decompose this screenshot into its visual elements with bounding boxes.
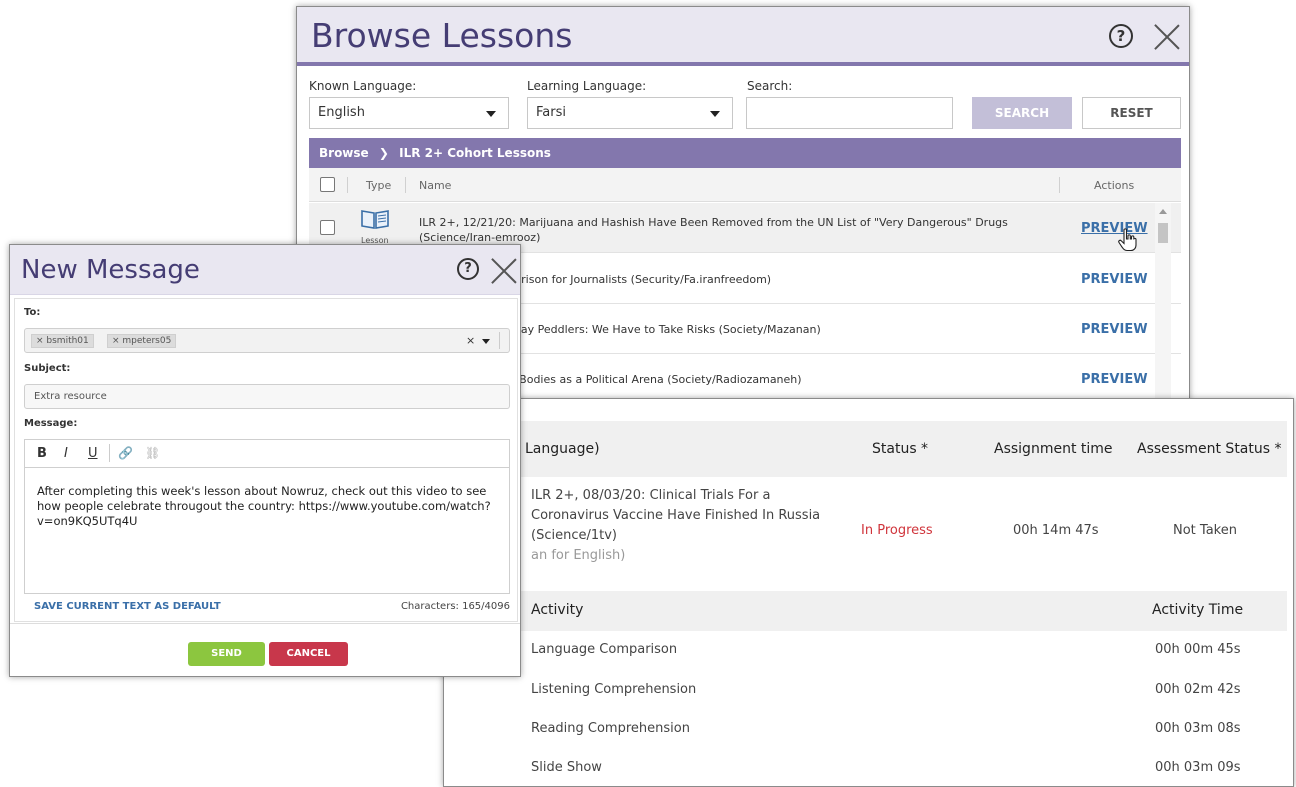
activity-time-column-header: Activity Time <box>1152 602 1244 618</box>
browse-title: Browse Lessons <box>311 16 573 55</box>
chevron-down-icon <box>486 111 496 117</box>
column-actions: Actions <box>1094 179 1135 192</box>
editor-toolbar: B I U 🔗 ⛓ <box>25 440 509 468</box>
lessons-table-header: Type Name Actions <box>309 168 1181 202</box>
chevron-down-icon <box>710 111 720 117</box>
assignment-time-column-header: Assignment time <box>994 441 1113 457</box>
character-count: Characters: 165/4096 <box>400 601 510 612</box>
book-icon <box>359 208 391 230</box>
scrollbar-thumb[interactable] <box>1158 223 1168 243</box>
breadcrumb: Browse ❯ ILR 2+ Cohort Lessons <box>309 138 1181 168</box>
assignment-time-value: 00h 14m 47s <box>1013 523 1099 538</box>
assessment-status-column-header[interactable]: Assessment Status * <box>1137 441 1282 457</box>
activity-name: Reading Comprehension <box>531 721 690 736</box>
toolbar-divider <box>109 444 110 462</box>
column-divider <box>1059 177 1060 193</box>
known-language-select[interactable]: English <box>309 97 509 129</box>
browse-titlebar: Browse Lessons ? <box>297 7 1189 66</box>
activity-row: Reading Comprehension 00h 03m 08s <box>452 710 1287 750</box>
activity-column-header: Activity <box>531 602 584 618</box>
column-name: Name <box>419 179 452 192</box>
hand-cursor-icon <box>1117 228 1139 252</box>
recipients-scrollbar[interactable] <box>499 332 505 349</box>
lesson-language-note: an for English) <box>531 548 626 563</box>
known-language-value: English <box>318 105 365 120</box>
lesson-name: ILR 2+, 12/21/20: Marijuana and Hashish … <box>419 216 1008 244</box>
message-body[interactable]: After completing this week's lesson abou… <box>37 484 497 529</box>
breadcrumb-separator: ❯ <box>378 146 389 160</box>
learning-language-value: Farsi <box>536 105 566 120</box>
known-language-label: Known Language: <box>309 79 417 93</box>
recipient-tag[interactable]: × mpeters05 <box>107 334 177 348</box>
learning-language-label: Learning Language: <box>527 79 647 93</box>
lesson-title-line: Coronavirus Vaccine Have Finished In Rus… <box>531 508 821 523</box>
new-message-dialog: New Message ? To: × bsmith01 × mpeters05… <box>9 244 521 677</box>
lesson-column-header: Language) <box>525 441 600 457</box>
subject-input[interactable]: Extra resource <box>24 384 510 409</box>
italic-button[interactable]: I <box>64 446 68 461</box>
close-icon[interactable] <box>490 256 514 282</box>
clear-recipients-icon[interactable]: × <box>466 334 475 347</box>
lesson-report-row: ILR 2+, 08/03/20: Clinical Trials For a … <box>452 477 1287 591</box>
underline-button[interactable]: U <box>88 446 98 461</box>
message-label: Message: <box>24 418 78 429</box>
message-title: New Message <box>21 255 200 285</box>
activity-name: Listening Comprehension <box>531 682 697 697</box>
bold-button[interactable]: B <box>37 446 47 461</box>
breadcrumb-current: ILR 2+ Cohort Lessons <box>399 146 551 160</box>
search-button[interactable]: SEARCH <box>972 97 1072 129</box>
learning-language-select[interactable]: Farsi <box>527 97 733 129</box>
unlink-icon[interactable]: ⛓ <box>145 446 160 460</box>
preview-link[interactable]: PREVIEW <box>1081 322 1148 337</box>
recipient-tag[interactable]: × bsmith01 <box>31 334 94 348</box>
activity-name: Language Comparison <box>531 642 678 657</box>
activity-row: Language Comparison 00h 00m 45s <box>452 631 1287 671</box>
column-divider <box>347 177 348 193</box>
report-header-row: Language) Status * Assignment time Asses… <box>452 421 1287 477</box>
subject-label: Subject: <box>24 363 71 374</box>
column-type: Type <box>366 179 392 192</box>
activity-time: 00h 03m 09s <box>1155 760 1241 775</box>
activity-header-row: Activity Activity Time <box>452 591 1287 631</box>
chevron-down-icon[interactable] <box>482 339 490 344</box>
assignment-report-panel: Language) Status * Assignment time Asses… <box>443 398 1294 787</box>
column-divider <box>405 177 406 193</box>
preview-link[interactable]: PREVIEW <box>1081 272 1148 287</box>
help-icon[interactable]: ? <box>457 258 479 280</box>
message-editor[interactable]: B I U 🔗 ⛓ After completing this week's l… <box>24 439 510 594</box>
message-titlebar: New Message ? <box>10 245 520 295</box>
search-input[interactable] <box>746 97 953 129</box>
save-default-link[interactable]: SAVE CURRENT TEXT AS DEFAULT <box>34 601 221 612</box>
link-icon[interactable]: 🔗 <box>118 446 133 460</box>
activity-time: 00h 02m 42s <box>1155 682 1241 697</box>
status-column-header[interactable]: Status * <box>872 441 928 457</box>
activity-name: Slide Show <box>531 760 602 775</box>
lesson-title-line: ILR 2+, 08/03/20: Clinical Trials For a <box>531 488 771 503</box>
reset-button[interactable]: RESET <box>1082 97 1181 129</box>
lesson-title[interactable]: ILR 2+, 08/03/20: Clinical Trials For a … <box>531 486 820 566</box>
scroll-up-icon[interactable] <box>1159 209 1167 214</box>
send-button[interactable]: SEND <box>188 642 265 666</box>
cancel-button[interactable]: CANCEL <box>269 642 348 666</box>
subject-value: Extra resource <box>34 391 107 402</box>
recipients-field[interactable]: × bsmith01 × mpeters05 × <box>24 328 510 353</box>
preview-link[interactable]: PREVIEW <box>1081 372 1148 387</box>
status-value: In Progress <box>861 523 933 538</box>
lessons-scrollbar[interactable] <box>1155 203 1171 400</box>
activity-time: 00h 03m 08s <box>1155 721 1241 736</box>
to-label: To: <box>24 307 41 318</box>
activity-row: Slide Show 00h 03m 09s <box>452 749 1287 786</box>
activity-time: 00h 00m 45s <box>1155 642 1241 657</box>
select-all-checkbox[interactable] <box>320 177 335 192</box>
lesson-title-line: (Science/1tv) <box>531 528 617 543</box>
activity-row: Listening Comprehension 00h 02m 42s <box>452 671 1287 711</box>
search-label: Search: <box>747 79 793 93</box>
assessment-status-value: Not Taken <box>1173 523 1237 538</box>
breadcrumb-root[interactable]: Browse <box>319 146 369 160</box>
close-icon[interactable] <box>1153 22 1181 50</box>
help-icon[interactable]: ? <box>1109 24 1133 48</box>
row-checkbox[interactable] <box>320 220 335 235</box>
divider <box>10 623 520 624</box>
